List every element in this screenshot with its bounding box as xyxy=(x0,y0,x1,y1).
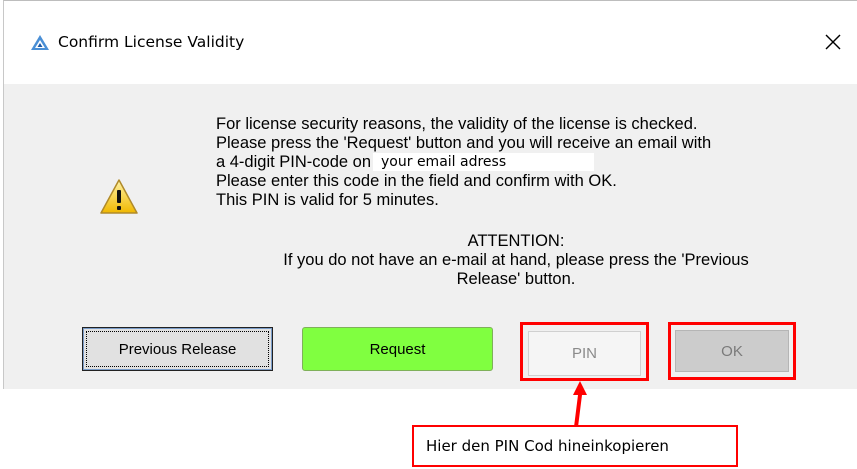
request-button[interactable]: Request xyxy=(302,327,493,371)
annotation-callout: Hier den PIN Cod hineinkopieren xyxy=(412,425,738,467)
previous-release-button[interactable]: Previous Release xyxy=(82,327,273,371)
attention-line: If you do not have an e-mail at hand, pl… xyxy=(283,251,749,269)
title-bar: Confirm License Validity xyxy=(4,1,857,84)
close-button[interactable] xyxy=(816,25,850,59)
app-logo-icon xyxy=(31,35,49,50)
pin-highlight-box xyxy=(520,322,649,381)
message-line: For license security reasons, the validi… xyxy=(216,115,698,133)
message-line: a 4-digit PIN-code on xyxy=(216,153,372,171)
annotation-arrow xyxy=(573,381,587,427)
window-title: Confirm License Validity xyxy=(58,33,245,51)
ok-highlight-box xyxy=(668,322,796,380)
warning-icon xyxy=(100,179,138,214)
message-line: Please press the 'Request' button and yo… xyxy=(216,134,712,152)
close-icon xyxy=(825,34,841,50)
message-line: Please enter this code in the field and … xyxy=(216,172,617,190)
email-address-field: your email adress xyxy=(373,153,595,171)
attention-text: ATTENTION: If you do not have an e-mail … xyxy=(216,232,816,289)
message-text: For license security reasons, the validi… xyxy=(216,115,711,210)
attention-heading: ATTENTION: xyxy=(467,232,565,250)
attention-line: Release' button. xyxy=(456,270,576,288)
message-line: This PIN is valid for 5 minutes. xyxy=(216,191,439,209)
message-line-email: a 4-digit PIN-code on your email adress xyxy=(216,153,711,172)
